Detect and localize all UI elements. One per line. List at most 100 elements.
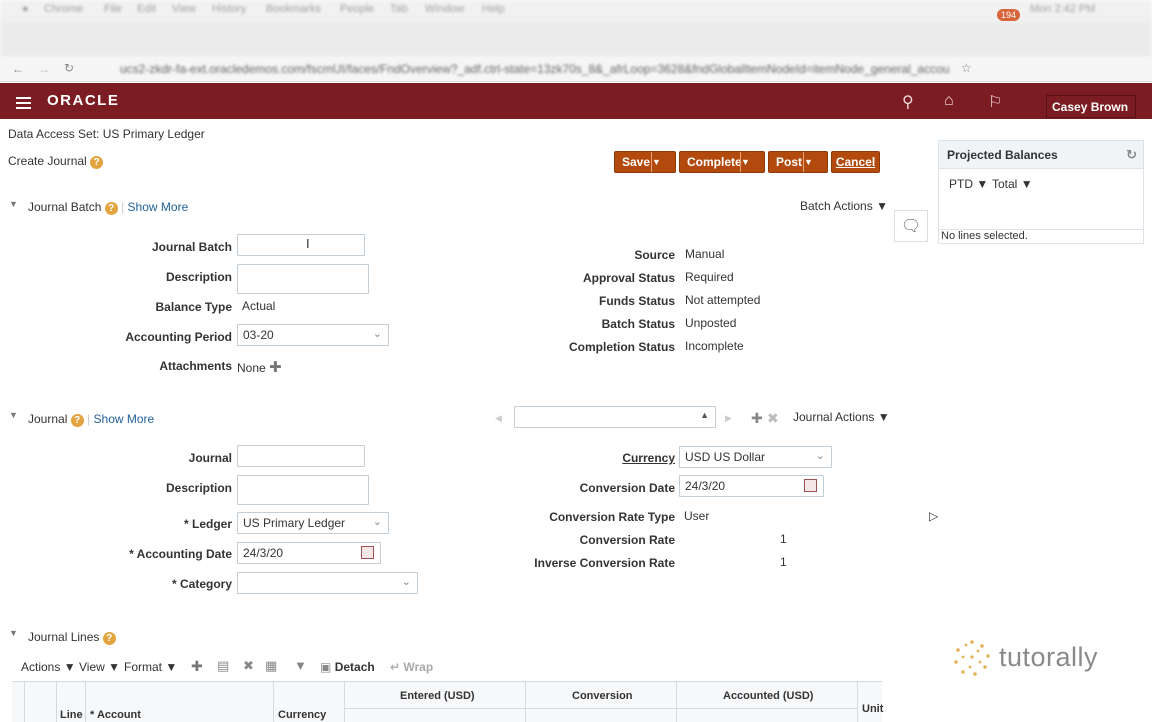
column-conversion[interactable]: Conversion: [572, 690, 633, 702]
journal-navigator-select[interactable]: ▲: [514, 406, 716, 428]
oracle-logo[interactable]: ORACLE: [47, 92, 119, 109]
journal-description-label: Description: [165, 481, 232, 495]
inverse-conversion-rate-value: 1: [780, 555, 787, 569]
approval-status-value: Required: [685, 270, 734, 284]
calendar-icon[interactable]: [361, 546, 374, 559]
caret-down-icon: ▼: [1020, 177, 1033, 191]
text-cursor-icon: I: [306, 236, 310, 251]
app-header: ORACLE ⚲ ⌂ ⚐: [0, 83, 1152, 119]
delete-line-icon[interactable]: ✖: [243, 658, 254, 674]
menu-help[interactable]: Help: [482, 3, 505, 15]
column-currency[interactable]: Currency: [278, 709, 326, 721]
journal-show-more-link[interactable]: Show More: [94, 412, 155, 426]
bookmark-star-icon[interactable]: ☆: [961, 61, 972, 75]
cancel-button[interactable]: Cancel: [831, 151, 880, 173]
column-accounted[interactable]: Accounted (USD): [723, 690, 813, 702]
batch-description-input[interactable]: [237, 264, 369, 294]
total-menu[interactable]: Total ▼: [992, 177, 1033, 191]
column-entered[interactable]: Entered (USD): [400, 690, 475, 702]
menu-file[interactable]: File: [104, 3, 122, 15]
complete-menu-chevron-icon[interactable]: ▼: [740, 152, 764, 172]
refresh-icon[interactable]: ↻: [1126, 147, 1137, 163]
menu-window[interactable]: Window: [425, 3, 464, 15]
accounting-date-input[interactable]: 24/3/20: [237, 542, 381, 564]
journal-batch-input[interactable]: [237, 234, 365, 256]
journal-actions-menu[interactable]: Journal Actions ▼: [793, 410, 890, 424]
help-icon[interactable]: ?: [104, 202, 118, 215]
chevron-down-icon: ⌄: [372, 328, 382, 340]
post-menu-chevron-icon[interactable]: ▼: [803, 152, 827, 172]
source-value: Manual: [685, 247, 725, 261]
calendar-icon[interactable]: [804, 479, 817, 492]
batch-actions-menu[interactable]: Batch Actions ▼: [800, 199, 888, 213]
edit-line-icon[interactable]: ▤: [217, 658, 229, 674]
journal-name-input[interactable]: [237, 445, 365, 467]
wrap-icon: ↵: [390, 660, 401, 674]
conversion-date-input[interactable]: 24/3/20: [679, 475, 824, 497]
search-icon[interactable]: ⚲: [902, 92, 914, 112]
ledger-select[interactable]: US Primary Ledger ⌄: [237, 512, 389, 534]
lines-view-menu[interactable]: View ▼: [79, 660, 120, 674]
menu-chrome[interactable]: Chrome: [44, 3, 83, 15]
forward-icon[interactable]: →: [38, 62, 50, 76]
batch-show-more-link[interactable]: Show More: [128, 200, 189, 214]
inverse-conversion-rate-label: Inverse Conversion Rate: [534, 556, 675, 570]
url-text[interactable]: ucs2-zkdr-fa-ext.oracledemos.com/fscmUI/…: [120, 62, 950, 76]
lines-format-menu[interactable]: Format ▼: [124, 660, 177, 674]
hamburger-menu-icon[interactable]: [16, 97, 31, 109]
ptd-menu[interactable]: PTD ▼: [949, 177, 988, 191]
user-menu[interactable]: Casey Brown ⌄: [1046, 95, 1136, 128]
save-button[interactable]: Save ▼: [614, 151, 676, 173]
delete-journal-icon[interactable]: ✖: [767, 410, 779, 427]
next-journal-icon[interactable]: ▶: [725, 413, 732, 424]
browser-address-bar[interactable]: ← → ↻ ucs2-zkdr-fa-ext.oracledemos.com/f…: [0, 58, 1152, 82]
previous-journal-icon[interactable]: ◀: [495, 413, 502, 424]
grid-icon[interactable]: ▦: [265, 658, 277, 674]
completion-status-label: Completion Status: [568, 340, 675, 354]
add-journal-icon[interactable]: ✚: [751, 410, 763, 427]
filter-icon[interactable]: ▼: [294, 658, 307, 673]
column-unit[interactable]: Unit: [862, 703, 883, 715]
browser-tab-bar: [0, 20, 1152, 58]
menu-view[interactable]: View: [172, 3, 196, 15]
help-icon[interactable]: ?: [70, 414, 84, 427]
conversion-rate-type-value: User: [684, 509, 710, 523]
back-icon[interactable]: ←: [12, 62, 24, 76]
wrap-button[interactable]: ↵ Wrap: [390, 660, 433, 674]
collapse-batch-icon[interactable]: ▼: [9, 199, 18, 209]
complete-button[interactable]: Complete ▼: [679, 151, 765, 173]
collapse-lines-icon[interactable]: ▼: [9, 628, 18, 638]
menu-edit[interactable]: Edit: [137, 3, 156, 15]
help-icon[interactable]: ?: [90, 156, 104, 169]
column-account[interactable]: * Account: [90, 709, 141, 721]
save-menu-chevron-icon[interactable]: ▼: [651, 152, 675, 172]
spinner-icon: ▲: [700, 410, 709, 420]
journal-description-input[interactable]: [237, 475, 369, 505]
accounting-period-select[interactable]: 03-20 ⌄: [237, 324, 389, 346]
attachments-value: None ✚: [237, 359, 282, 376]
journal-lines-table: Line * Account Currency Entered (USD) Co…: [12, 681, 883, 722]
menu-people[interactable]: People: [340, 3, 374, 15]
home-icon[interactable]: ⌂: [944, 92, 954, 110]
column-line[interactable]: Line: [60, 709, 83, 721]
menu-tab[interactable]: Tab: [390, 3, 408, 15]
comments-icon[interactable]: 🗨: [894, 210, 928, 242]
category-select[interactable]: ⌄: [237, 572, 418, 594]
conversion-date-label: Conversion Date: [579, 481, 675, 495]
caret-down-icon: ▼: [165, 660, 178, 674]
add-attachment-icon[interactable]: ✚: [269, 359, 282, 376]
collapse-journal-icon[interactable]: ▼: [9, 410, 18, 420]
mouse-pointer-icon: ▷: [929, 509, 939, 523]
menu-history[interactable]: History: [212, 3, 246, 15]
lines-actions-menu[interactable]: Actions ▼: [21, 660, 76, 674]
menu-bookmarks[interactable]: Bookmarks: [266, 3, 321, 15]
reload-icon[interactable]: ↻: [64, 61, 74, 75]
currency-select[interactable]: USD US Dollar ⌄: [679, 446, 832, 468]
detach-button[interactable]: ▣ Detach: [320, 660, 375, 674]
user-name: Casey Brown: [1052, 100, 1129, 114]
ledger-label: * Ledger: [183, 517, 232, 531]
add-line-icon[interactable]: ✚: [191, 658, 203, 675]
help-icon[interactable]: ?: [102, 632, 116, 645]
post-button[interactable]: Post ▼: [768, 151, 828, 173]
notifications-icon[interactable]: ⚐: [988, 92, 1002, 112]
